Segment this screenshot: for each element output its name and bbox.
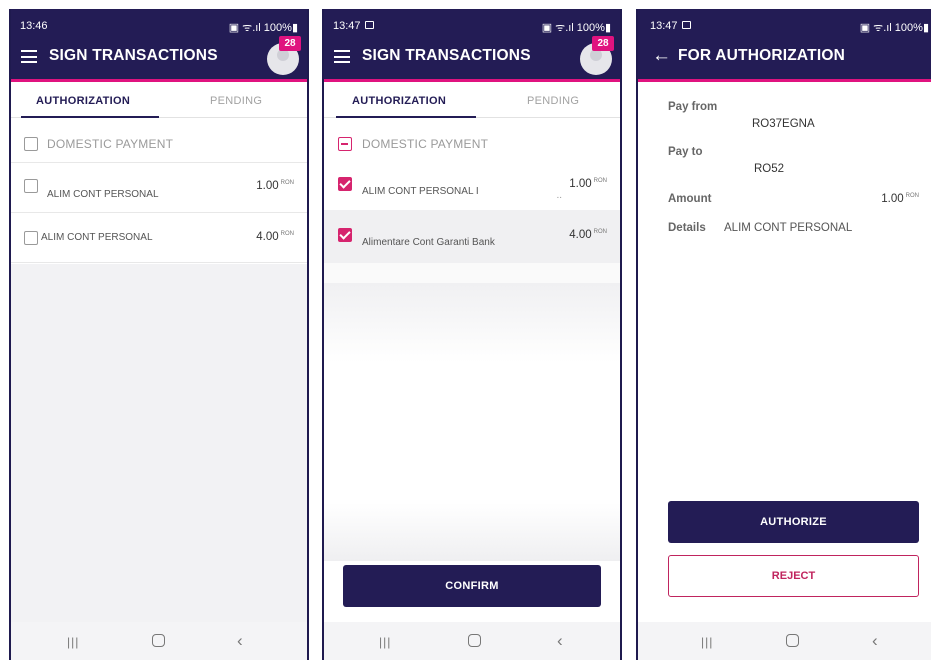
transaction-name: Alimentare Cont Garanti Bank [362,237,495,248]
transaction-amount: 1.00 RON [569,178,607,190]
system-nav-bar: ||| ‹ [638,622,931,660]
status-icons: ▣ ᯤ.ıl 100%▮ [228,22,298,34]
recent-apps-icon[interactable]: ||| [701,635,713,649]
tab-pending[interactable]: PENDING [527,95,579,107]
home-icon[interactable] [152,634,165,647]
transaction-amount: 4.00 RON [569,229,607,241]
list-fade-top [324,283,620,363]
back-arrow-icon[interactable]: ← [652,46,671,66]
group-checkbox[interactable] [24,137,38,151]
page-title: SIGN TRANSACTIONS [362,47,531,64]
table-row[interactable]: Alimentare Cont Garanti Bank 4.00 RON [324,210,620,263]
transaction-amount: 1.00 RON [256,180,294,192]
pay-from-label: Pay from [668,101,718,113]
app-bar: 13:47 ▣ ᯤ.ıl 100%▮ SIGN TRANSACTIONS 28 [324,9,620,82]
transaction-name: ALIM CONT PERSONAL [41,232,153,243]
back-icon[interactable]: ‹ [237,631,243,651]
pay-to-value: RO52 [754,163,785,175]
row-checkbox[interactable] [338,228,352,242]
status-bar: 13:47 ▣ ᯤ.ıl 100%▮ [324,20,620,34]
status-time: 13:47 [333,20,374,32]
screen-sign-transactions-1: 13:46 ▣ ᯤ.ıl 100%▮ SIGN TRANSACTIONS 28 … [9,9,309,660]
amount-value: 1.00 RON [881,193,919,205]
transaction-name: ALIM CONT PERSONAL [47,189,159,200]
reject-button[interactable]: REJECT [668,555,919,597]
menu-icon[interactable] [21,50,37,63]
list-spacer [324,263,620,283]
tab-indicator [21,116,159,118]
screen-sign-transactions-2: 13:47 ▣ ᯤ.ıl 100%▮ SIGN TRANSACTIONS 28 … [322,9,622,660]
table-row[interactable]: ALIM CONT PERSONAL I 1.00 RON .. [324,162,620,210]
status-bar: 13:47 ▣ ᯤ.ıl 100%▮ [638,20,931,34]
back-icon[interactable]: ‹ [557,631,563,651]
home-icon[interactable] [468,634,481,647]
group-domestic-payment[interactable]: DOMESTIC PAYMENT [324,126,620,162]
list-blank [324,363,620,503]
system-nav-bar: ||| ‹ [324,622,620,660]
group-domestic-payment[interactable]: DOMESTIC PAYMENT [11,126,307,162]
screen-for-authorization: 13:47 ▣ ᯤ.ıl 100%▮ ← FOR AUTHORIZATION P… [636,9,931,660]
status-icons: ▣ ᯤ.ıl 100%▮ [859,22,929,34]
amount-label: Amount [668,193,712,205]
authorize-button[interactable]: AUTHORIZE [668,501,919,543]
row-checkbox[interactable] [338,177,352,191]
table-row[interactable]: ALIM CONT PERSONAL 1.00 RON [11,162,307,213]
group-checkbox[interactable] [338,137,352,151]
notification-badge[interactable]: 28 [592,36,614,51]
tab-bar: AUTHORIZATION PENDING [324,85,620,118]
title-row: SIGN TRANSACTIONS [334,45,610,71]
title-row: SIGN TRANSACTIONS [21,45,297,71]
tab-bar: AUTHORIZATION PENDING [11,85,307,118]
app-bar: 13:47 ▣ ᯤ.ıl 100%▮ ← FOR AUTHORIZATION [638,9,931,82]
back-icon[interactable]: ‹ [872,631,878,651]
transaction-amount: 4.00 RON [256,231,294,243]
gallery-icon [681,21,691,30]
tab-authorization[interactable]: AUTHORIZATION [352,95,446,107]
page-title: FOR AUTHORIZATION [678,47,845,64]
transaction-more: .. [556,190,562,201]
tab-authorization[interactable]: AUTHORIZATION [36,95,130,107]
tab-indicator [336,116,476,118]
status-bar: 13:46 ▣ ᯤ.ıl 100%▮ [11,20,307,34]
app-bar: 13:46 ▣ ᯤ.ıl 100%▮ SIGN TRANSACTIONS 28 [11,9,307,82]
status-icons: ▣ ᯤ.ıl 100%▮ [541,22,611,34]
title-row: ← FOR AUTHORIZATION [652,45,921,71]
group-label: DOMESTIC PAYMENT [362,137,489,151]
menu-icon[interactable] [334,50,350,63]
list-fade-bottom [324,503,620,561]
recent-apps-icon[interactable]: ||| [379,635,391,649]
row-checkbox[interactable] [24,179,38,193]
table-row[interactable]: ALIM CONT PERSONAL 4.00 RON [11,213,307,263]
recent-apps-icon[interactable]: ||| [67,635,79,649]
gallery-icon [364,21,374,30]
notification-badge[interactable]: 28 [279,36,301,51]
details-label: Details [668,222,706,234]
row-checkbox[interactable] [24,231,38,245]
status-time: 13:47 [650,20,691,32]
pay-to-label: Pay to [668,146,703,158]
confirm-button[interactable]: CONFIRM [343,565,601,607]
system-nav-bar: ||| ‹ [11,622,307,660]
home-icon[interactable] [786,634,799,647]
status-time: 13:46 [20,20,48,32]
pay-from-value: RO37EGNA [752,118,815,130]
transaction-name: ALIM CONT PERSONAL I [362,186,479,197]
page-title: SIGN TRANSACTIONS [49,47,218,64]
empty-list-area [11,264,307,622]
details-value: ALIM CONT PERSONAL [724,222,853,234]
tab-pending[interactable]: PENDING [210,95,262,107]
group-label: DOMESTIC PAYMENT [47,137,174,151]
